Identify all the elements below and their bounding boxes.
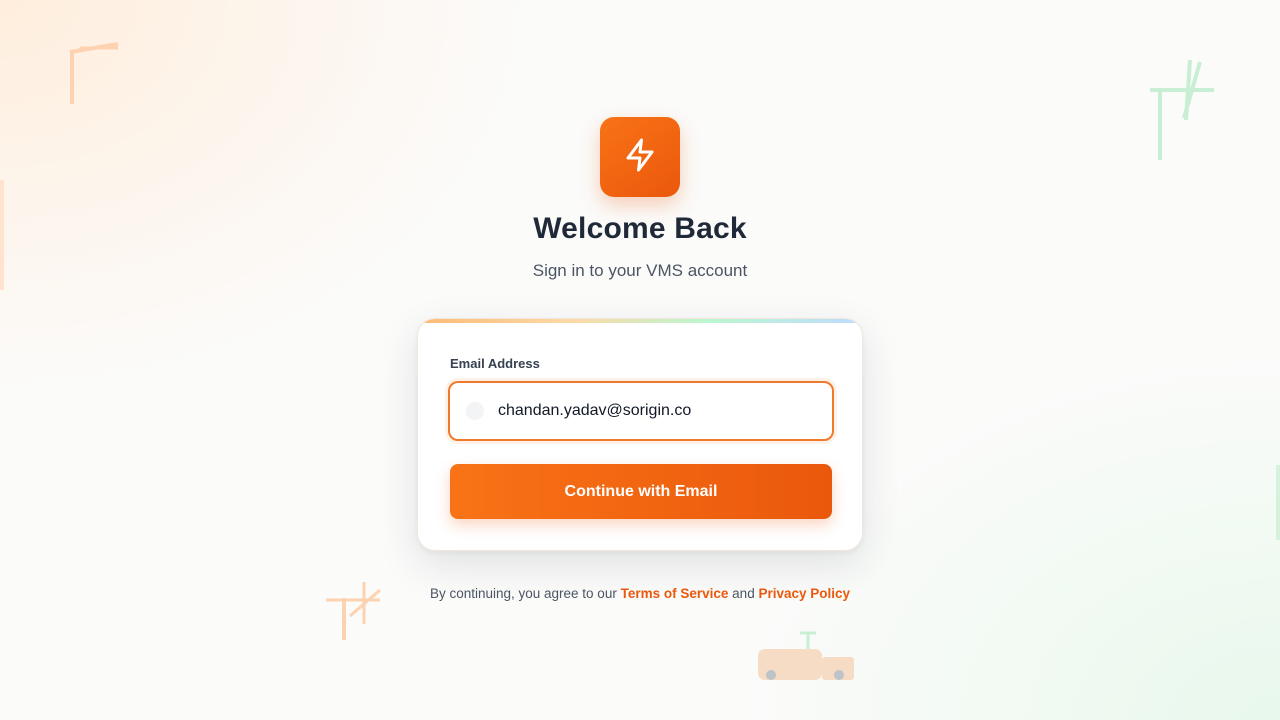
legal-notice: By continuing, you agree to our Terms of… (340, 586, 940, 601)
crane-icon (66, 36, 126, 108)
continue-with-email-button[interactable]: Continue with Email (450, 464, 832, 519)
decorative-edge-line (1276, 465, 1280, 540)
page-title: Welcome Back (533, 212, 747, 245)
legal-conjunction: and (732, 586, 755, 601)
utility-pole-icon (1148, 56, 1218, 162)
signin-card: Email Address Continue with Email (417, 318, 863, 551)
email-field[interactable] (448, 381, 834, 441)
decorative-edge-line (0, 180, 4, 290)
email-label: Email Address (450, 356, 540, 371)
privacy-policy-link[interactable]: Privacy Policy (758, 586, 850, 601)
truck-icon (756, 630, 856, 684)
legal-prefix: By continuing, you agree to our (429, 586, 617, 601)
mail-icon (466, 402, 484, 420)
page-subtitle: Sign in to your VMS account (532, 261, 748, 280)
email-input[interactable] (498, 402, 818, 420)
brand-logo (600, 117, 680, 197)
card-accent-bar (418, 319, 862, 323)
lightning-bolt-icon (622, 137, 658, 178)
terms-of-service-link[interactable]: Terms of Service (621, 586, 729, 601)
